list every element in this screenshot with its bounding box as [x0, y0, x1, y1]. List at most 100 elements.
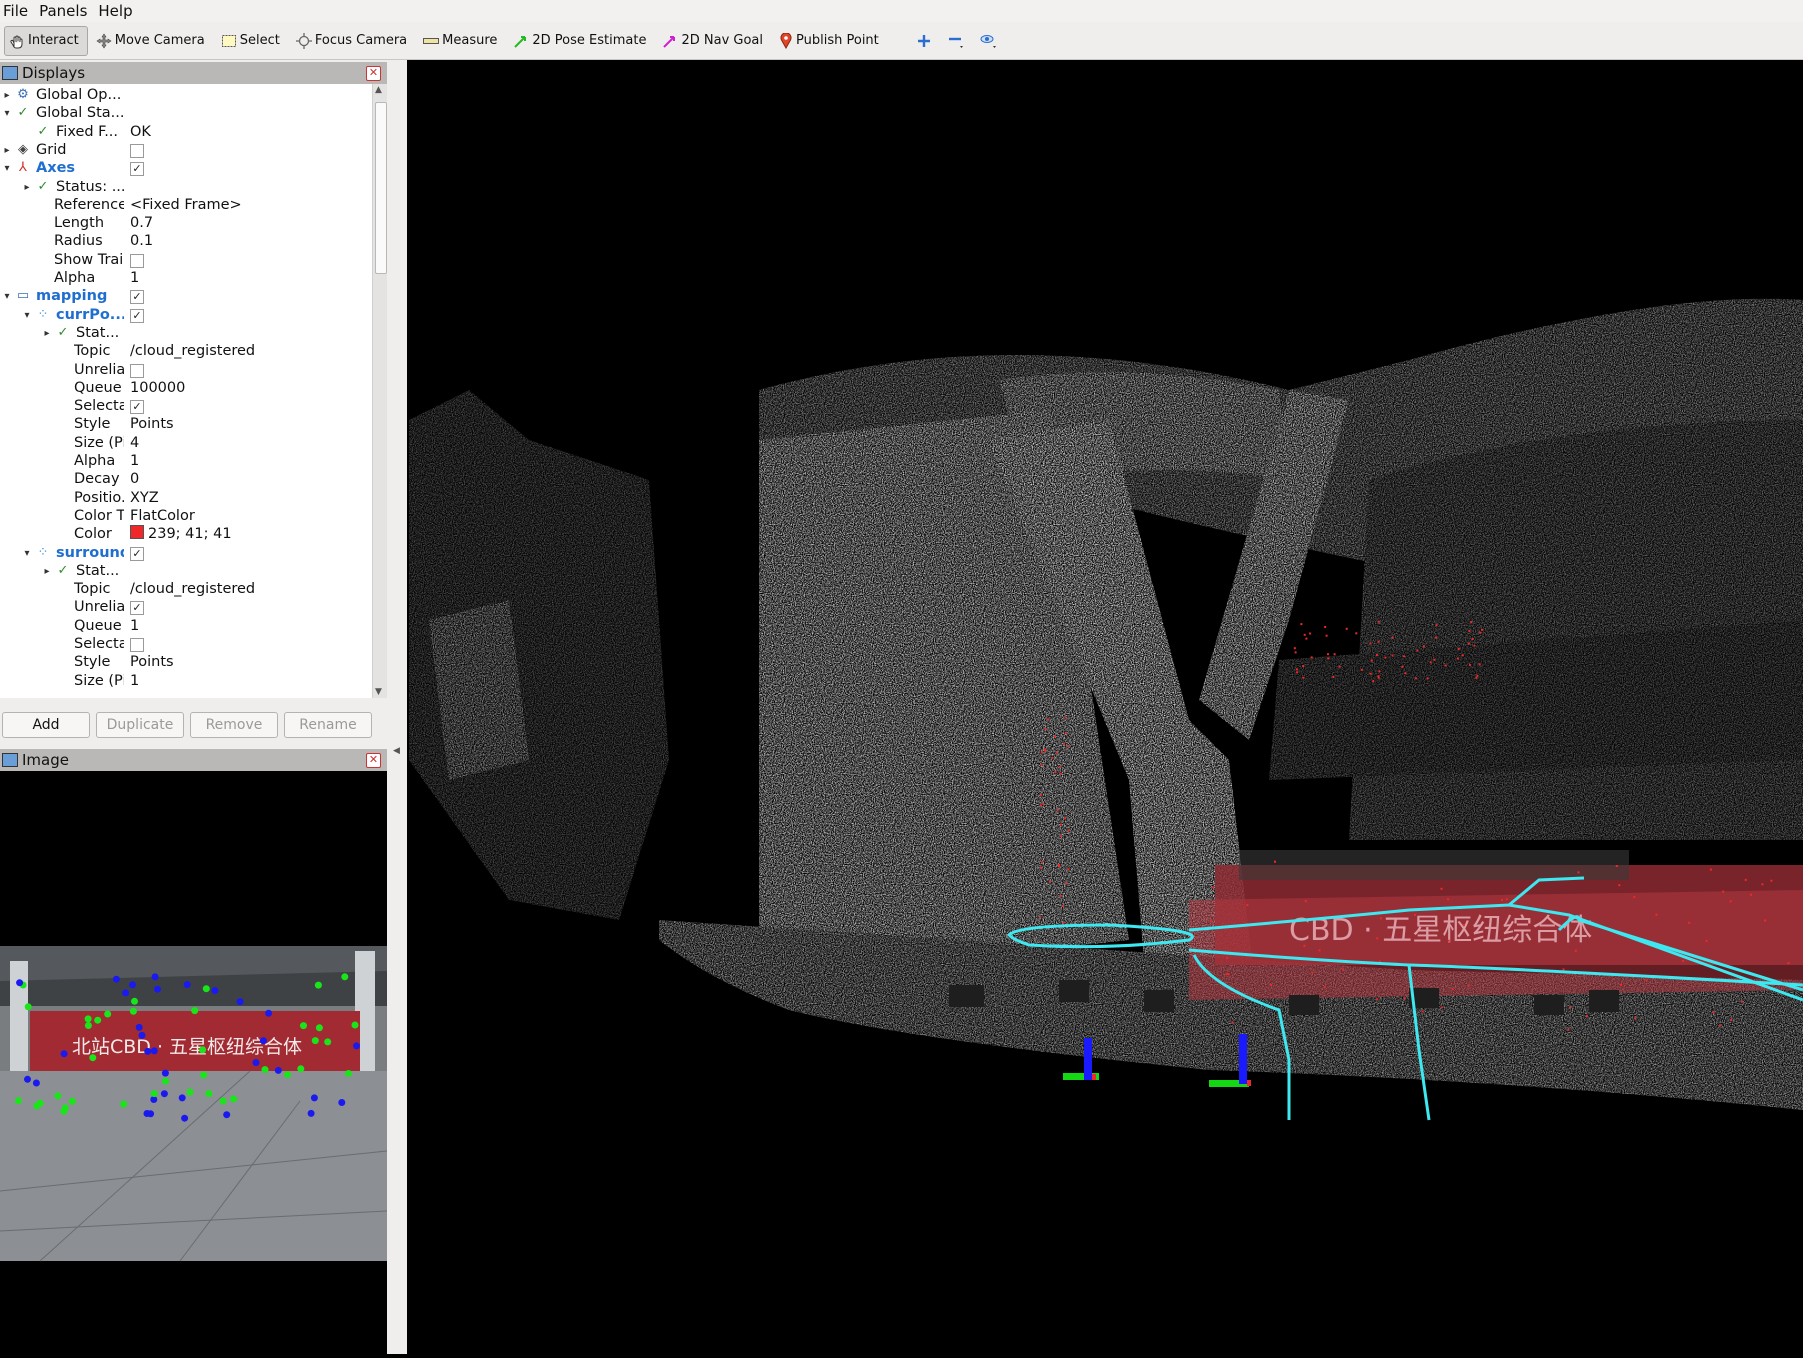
display-row[interactable]: Reference... <Fixed Frame> — [0, 196, 372, 215]
display-row[interactable]: Queue ... 1 — [0, 617, 372, 636]
display-row-value[interactable]: Points — [130, 654, 174, 670]
display-row[interactable]: Show Trail — [0, 251, 372, 270]
enable-checkbox[interactable] — [130, 253, 144, 268]
display-row-value-cell[interactable]: /cloud_registered — [130, 342, 255, 361]
expanded-arrow-icon[interactable]: ▾ — [2, 159, 12, 178]
display-row-value[interactable]: FlatColor — [130, 508, 195, 524]
menu-panels[interactable]: Panels — [36, 2, 95, 20]
display-row[interactable]: ✓ Fixed F... OK — [0, 123, 372, 142]
display-row-value[interactable]: 0.1 — [130, 233, 153, 249]
display-row[interactable]: Topic/cloud_registered — [0, 342, 372, 361]
display-row[interactable]: Positio... XYZ — [0, 489, 372, 508]
display-row-value-cell[interactable]: Points — [130, 653, 174, 672]
display-row[interactable]: Size (Pi... 4 — [0, 434, 372, 453]
display-row[interactable]: ▸ ⚙ Global Op... — [0, 86, 372, 105]
display-row-value[interactable]: 4 — [130, 435, 139, 451]
add-display-button[interactable]: Add — [2, 712, 90, 738]
display-row-value[interactable]: OK — [130, 124, 151, 140]
display-row[interactable]: ▾ ▭ mapping ✓ — [0, 287, 372, 306]
display-row[interactable]: Color T... FlatColor — [0, 507, 372, 526]
display-row-value[interactable]: <Fixed Frame> — [130, 197, 242, 213]
display-row[interactable]: ▾ ⁘ surround ✓ — [0, 544, 372, 563]
display-row[interactable]: Color 239; 41; 41 — [0, 525, 372, 544]
collapsed-arrow-icon[interactable]: ▸ — [2, 86, 12, 105]
scroll-down-icon[interactable]: ▼ — [375, 687, 382, 697]
enable-checkbox[interactable]: ✓ — [130, 546, 144, 561]
expanded-arrow-icon[interactable]: ▾ — [22, 306, 32, 325]
display-row-value[interactable]: 1 — [130, 270, 139, 286]
display-row-value-cell[interactable]: <Fixed Frame> — [130, 196, 242, 215]
collapsed-arrow-icon[interactable]: ▸ — [22, 178, 32, 197]
collapse-arrow-icon[interactable]: ◀ — [393, 746, 400, 756]
scroll-up-icon[interactable]: ▲ — [375, 85, 382, 95]
display-row[interactable]: ▾ ✓ Global Sta... — [0, 104, 372, 123]
display-row[interactable]: Radius 0.1 — [0, 232, 372, 251]
collapsed-arrow-icon[interactable]: ▸ — [42, 324, 52, 343]
display-row-value-cell[interactable]: XYZ — [130, 489, 159, 508]
duplicate-display-button[interactable]: Duplicate — [96, 712, 184, 738]
display-row-value[interactable]: 1 — [130, 453, 139, 469]
expanded-arrow-icon[interactable]: ▾ — [2, 287, 12, 306]
expanded-arrow-icon[interactable]: ▾ — [2, 104, 12, 123]
expanded-arrow-icon[interactable]: ▾ — [22, 544, 32, 563]
display-row-value-cell[interactable]: 239; 41; 41 — [130, 525, 232, 544]
pose-estimate-tool-button[interactable]: 2D Pose Estimate — [509, 27, 654, 55]
display-row[interactable]: Size (Pi... 1 — [0, 672, 372, 691]
measure-tool-button[interactable]: Measure — [419, 27, 505, 55]
rename-display-button[interactable]: Rename — [284, 712, 372, 738]
display-row-value-cell[interactable]: 1 — [130, 269, 139, 288]
display-row[interactable]: Decay T... 0 — [0, 470, 372, 489]
display-row[interactable]: Unrelia... — [0, 361, 372, 380]
display-row-value[interactable]: /cloud_registered — [130, 343, 255, 359]
display-row[interactable]: Alpha 1 — [0, 452, 372, 471]
enable-checkbox[interactable]: ✓ — [130, 308, 144, 323]
display-row[interactable]: ▾ ⅄ Axes ✓ — [0, 159, 372, 178]
display-row-value[interactable]: 1 — [130, 673, 139, 689]
display-row-value[interactable]: 0.7 — [130, 215, 153, 231]
display-row[interactable]: Selecta... ✓ — [0, 397, 372, 416]
display-row-value[interactable]: /cloud_registered — [130, 581, 255, 597]
scrollbar-thumb[interactable] — [375, 102, 387, 274]
menu-help[interactable]: Help — [95, 2, 140, 20]
display-row[interactable]: Selecta... — [0, 635, 372, 654]
enable-checkbox[interactable]: ✓ — [130, 400, 144, 415]
display-row[interactable]: ▸ ✓ Stat... — [0, 562, 372, 581]
display-row-value-cell[interactable]: 1 — [130, 617, 139, 636]
enable-checkbox[interactable]: ✓ — [130, 290, 144, 305]
enable-checkbox[interactable] — [130, 143, 144, 158]
remove-display-button[interactable]: Remove — [190, 712, 278, 738]
display-row-value-cell[interactable]: 0.7 — [130, 214, 153, 233]
enable-checkbox[interactable]: ✓ — [130, 601, 144, 616]
image-close-icon[interactable]: ✕ — [366, 753, 381, 768]
move-camera-tool-button[interactable]: Move Camera — [92, 27, 213, 55]
display-row-value-cell[interactable]: 100000 — [130, 379, 185, 398]
menu-file[interactable]: File — [0, 2, 36, 20]
display-row-value[interactable]: Points — [130, 416, 174, 432]
display-row[interactable]: Style Points — [0, 653, 372, 672]
views-tool-button[interactable] — [975, 27, 1001, 55]
publish-point-tool-button[interactable]: Publish Point — [775, 27, 887, 55]
display-row-value-cell[interactable]: OK — [130, 123, 151, 142]
display-row[interactable]: ▸ ◈ Grid — [0, 141, 372, 160]
display-row-value-cell[interactable]: /cloud_registered — [130, 580, 255, 599]
nav-goal-tool-button[interactable]: 2D Nav Goal — [658, 27, 771, 55]
render-viewport-3d[interactable]: CBD · 五星枢纽综合体 — [409, 60, 1803, 1354]
display-row-value[interactable]: 1 — [130, 618, 139, 634]
display-row-value-cell[interactable]: 0 — [130, 470, 139, 489]
interact-tool-button[interactable]: Interact — [4, 25, 88, 56]
display-row-value[interactable]: XYZ — [130, 490, 159, 506]
add-tool-button[interactable] — [911, 27, 937, 55]
display-row[interactable]: Length 0.7 — [0, 214, 372, 233]
display-row[interactable]: ▸ ✓ Stat... — [0, 324, 372, 343]
select-tool-button[interactable]: Select — [217, 27, 288, 55]
enable-checkbox[interactable]: ✓ — [130, 162, 144, 177]
enable-checkbox[interactable] — [130, 363, 144, 378]
focus-camera-tool-button[interactable]: Focus Camera — [292, 27, 415, 55]
display-row[interactable]: Queue ... 100000 — [0, 379, 372, 398]
display-row[interactable]: Style Points — [0, 415, 372, 434]
color-swatch[interactable] — [130, 525, 144, 540]
display-row-value[interactable]: 239; 41; 41 — [148, 526, 232, 542]
display-row[interactable]: ▸ ✓ Status: ... — [0, 178, 372, 197]
display-row[interactable]: Alpha 1 — [0, 269, 372, 288]
display-row-value-cell[interactable]: 1 — [130, 672, 139, 691]
